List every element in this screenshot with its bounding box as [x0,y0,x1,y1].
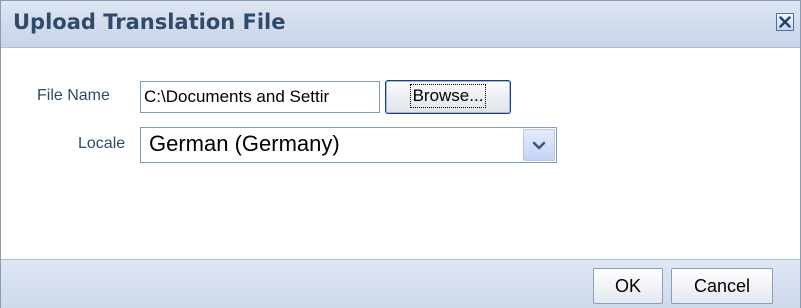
locale-dropdown-button[interactable] [523,129,555,161]
upload-translation-dialog: Upload Translation File File Name C:\Doc… [0,0,801,308]
dialog-titlebar: Upload Translation File [1,1,800,48]
locale-select[interactable]: German (Germany) [140,127,557,163]
close-button[interactable] [776,13,794,31]
file-name-input[interactable]: C:\Documents and Settir [140,81,380,113]
file-name-label: File Name [37,87,110,104]
dialog-footer: OK Cancel [1,259,800,308]
locale-label: Locale [78,135,126,152]
chevron-down-icon [532,141,546,150]
cancel-button[interactable]: Cancel [671,268,773,304]
browse-button-label: Browse... [409,84,487,108]
locale-selected-value: German (Germany) [149,131,340,156]
dialog-title: Upload Translation File [13,10,286,34]
browse-button[interactable]: Browse... [385,80,511,114]
ok-button[interactable]: OK [593,268,663,304]
close-icon [779,16,791,28]
